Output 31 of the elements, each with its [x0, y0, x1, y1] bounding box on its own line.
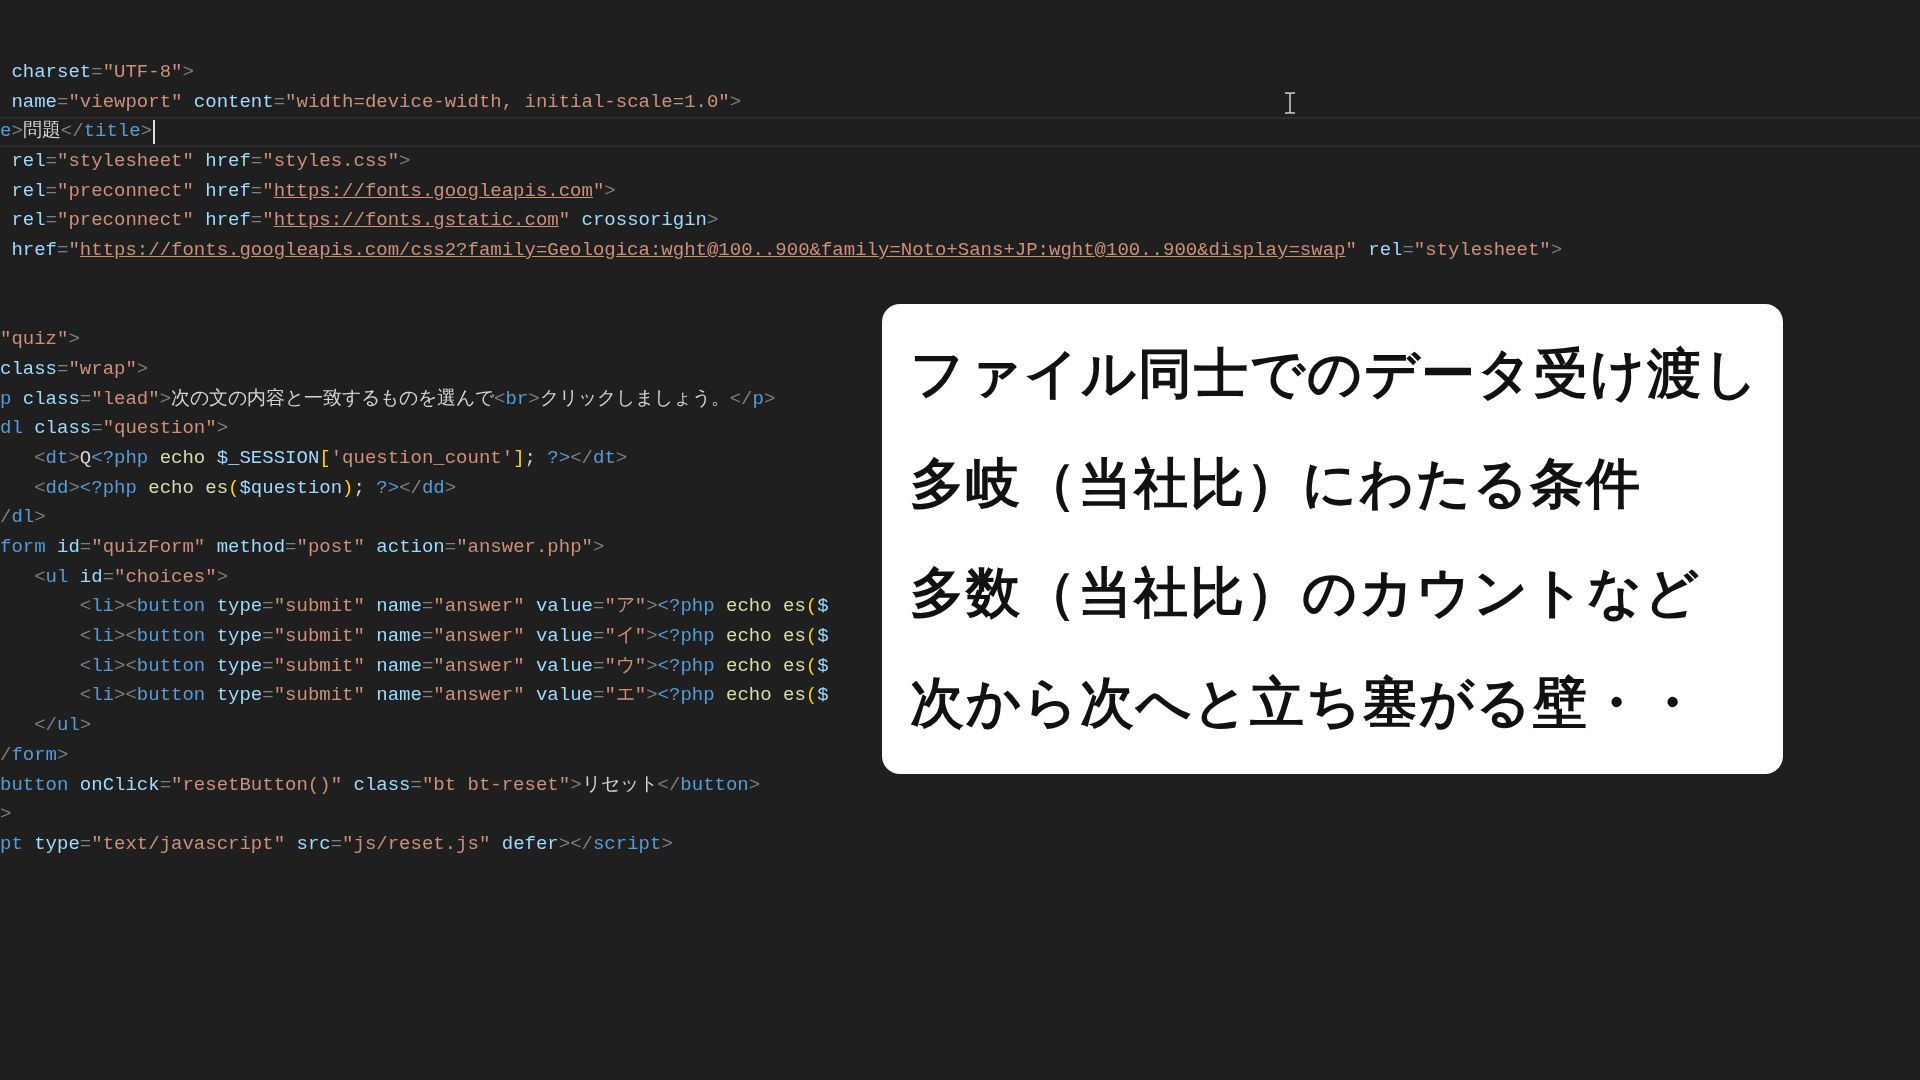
- code-line: form id="quizForm" method="post" action="answer.php">: [0, 535, 605, 560]
- code-line: pt type="text/javascript" src="js/reset.js" defer></script>: [0, 831, 673, 857]
- code-line: <li><button type="submit" name="answer" value="ア"><?php echo es($: [78, 594, 829, 620]
- code-line: <dd><?php echo es($question); ?></dd>: [33, 475, 457, 501]
- code-line: <li><button type="submit" name="answer" value="エ"><?php echo es($: [78, 683, 829, 709]
- code-line: "quiz">: [0, 327, 80, 353]
- code-line: <ul id="choices">: [33, 564, 229, 590]
- code-line: p class="lead">次の文の内容と一致するものを選んで<br>クリックしましょう。</p>: [0, 386, 776, 412]
- code-line: href="https://fonts.googleapis.com/css2?family=Geologica:wght@100..900&family=Noto+Sans+JP:wght@100..900&display=swap" rel="stylesheet">: [10, 238, 1563, 264]
- code-line: charset="UTF-8">: [10, 60, 194, 85]
- text-select-cursor-icon: [1284, 92, 1296, 114]
- code-line: /form>: [0, 742, 69, 768]
- code-line: rel="preconnect" href="https://fonts.gstatic.com" crossorigin>: [10, 208, 719, 234]
- caption-line: 多岐（当社比）にわたる条件: [910, 450, 1642, 517]
- code-line: e>問題</title>: [0, 119, 153, 145]
- caption-line: ファイル同士でのデータ受け渡し: [910, 341, 1760, 408]
- code-line: <dt>Q<?php echo $_SESSION['question_count']; ?></dt>: [33, 445, 628, 471]
- caption-line: 多数（当社比）のカウントなど: [910, 560, 1701, 627]
- code-line: /dl>: [0, 505, 46, 531]
- code-line: </ul>: [33, 713, 92, 739]
- code-line: <li><button type="submit" name="answer" value="イ"><?php echo es($: [78, 624, 829, 650]
- caption-line: 次から次へと立ち塞がる壁・・: [910, 669, 1701, 736]
- code-line: class="wrap">: [0, 356, 149, 382]
- code-line: >: [0, 802, 12, 828]
- code-line: dl class="question">: [0, 416, 229, 442]
- code-line: <li><button type="submit" name="answer" value="ウ"><?php echo es($: [78, 653, 829, 679]
- code-line: name="viewport" content="width=device-width, initial-scale=1.0">: [10, 89, 742, 115]
- code-line: rel="stylesheet" href="styles.css">: [10, 149, 411, 175]
- text-cursor: [153, 120, 156, 145]
- code-line: button onClick="resetButton()" class="bt bt-reset">リセット</button>: [0, 772, 761, 798]
- code-line: rel="preconnect" href="https://fonts.googleapis.com">: [10, 178, 616, 204]
